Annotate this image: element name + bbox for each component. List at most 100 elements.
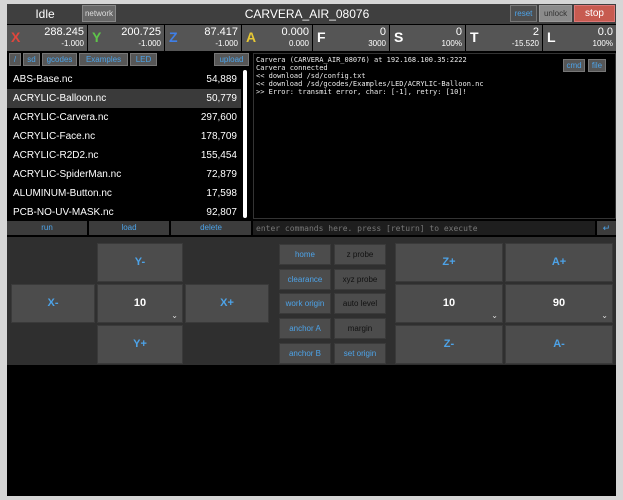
tool-value: 2 (532, 26, 539, 38)
a-step-value: 90 (552, 297, 566, 309)
tool-sub: -15.520 (511, 39, 539, 48)
file-view-button[interactable]: file (588, 59, 606, 72)
console-line: << download /sd/gcodes/Examples/LED/ACRY… (256, 80, 484, 88)
file-list-scrollbar[interactable] (243, 70, 247, 218)
path-led-button[interactable]: LED (130, 53, 157, 66)
anchor-b-button[interactable]: anchor B (279, 343, 331, 364)
z-step-value: 10 (442, 297, 456, 309)
network-button[interactable]: network (82, 5, 116, 22)
file-actions: run load delete (7, 221, 251, 235)
stop-button[interactable]: stop (574, 5, 615, 22)
a-step-select[interactable]: 90 ⌄ (505, 284, 613, 323)
file-name: ACRYLIC-Balloon.nc (13, 93, 107, 104)
spindle[interactable]: S 0 100% (390, 25, 465, 51)
laser-sub: 100% (592, 39, 613, 48)
path-gcodes-button[interactable]: gcodes (42, 53, 77, 66)
tool-label: T (470, 29, 479, 45)
console-line: >> Error: transmit error, char: [-1], re… (256, 88, 467, 96)
file-row[interactable]: ALUMINUM-Button.nc 17,598 (7, 184, 241, 203)
file-row[interactable]: ACRYLIC-Face.nc 178,709 (7, 127, 241, 146)
auto-level-button[interactable]: auto level (334, 293, 386, 314)
jog-panel: Y- X- 10 ⌄ X+ Y+ home z probe clearance … (7, 237, 616, 365)
axis-z-label: Z (169, 29, 178, 45)
file-name: ABS-Base.nc (13, 74, 73, 85)
set-origin-button[interactable]: set origin (334, 343, 386, 364)
file-row[interactable]: ACRYLIC-R2D2.nc 155,454 (7, 146, 241, 165)
a-minus-button[interactable]: A- (505, 325, 613, 364)
file-size: 92,807 (206, 207, 237, 218)
file-row[interactable]: ACRYLIC-Carvera.nc 297,600 (7, 108, 241, 127)
delete-button[interactable]: delete (171, 221, 251, 235)
z-minus-button[interactable]: Z- (395, 325, 503, 364)
upload-button[interactable]: upload (214, 53, 249, 66)
z-probe-button[interactable]: z probe (334, 244, 386, 265)
axis-y[interactable]: Y 200.725 -1.000 (88, 25, 164, 51)
file-name: PCB-NO-UV-MASK.nc (13, 207, 114, 218)
file-name: ACRYLIC-Carvera.nc (13, 112, 109, 123)
path-sd-button[interactable]: sd (23, 53, 40, 66)
reset-button[interactable]: reset (510, 5, 537, 22)
coordinate-bar: X 288.245 -1.000 Y 200.725 -1.000 Z 87.4… (7, 25, 616, 51)
app-window: Idle network CARVERA_AIR_08076 reset unl… (7, 4, 616, 496)
a-plus-button[interactable]: A+ (505, 243, 613, 282)
feed-sub: 3000 (368, 39, 386, 48)
file-size: 155,454 (200, 150, 237, 161)
x-plus-button[interactable]: X+ (185, 284, 269, 323)
command-input[interactable] (253, 221, 595, 235)
y-minus-button[interactable]: Y- (97, 243, 183, 282)
file-row[interactable]: ABS-Base.nc 54,889 (7, 70, 241, 89)
file-name: ALUMINUM-Button.nc (13, 188, 112, 199)
file-row-selected[interactable]: ACRYLIC-Balloon.nc 50,779 (7, 89, 241, 108)
feed-rate[interactable]: F 0 3000 (313, 25, 389, 51)
file-size: 17,598 (206, 188, 237, 199)
margin-button[interactable]: margin (334, 318, 386, 339)
home-button[interactable]: home (279, 244, 331, 265)
axis-y-value: 200.725 (121, 26, 161, 38)
path-root-button[interactable]: / (9, 53, 21, 66)
axis-a-value: 0.000 (281, 26, 309, 38)
xyz-probe-button[interactable]: xyz probe (334, 269, 386, 290)
file-size: 297,600 (200, 112, 237, 123)
unlock-button[interactable]: unlock (539, 5, 572, 22)
run-button[interactable]: run (7, 221, 87, 235)
laser[interactable]: L 0.0 100% (543, 25, 616, 51)
file-name: ACRYLIC-R2D2.nc (13, 150, 99, 161)
file-size: 72,879 (206, 169, 237, 180)
file-name: ACRYLIC-SpiderMan.nc (13, 169, 122, 180)
file-row[interactable]: PCB-NO-UV-MASK.nc 92,807 (7, 203, 241, 220)
path-examples-button[interactable]: Examples (79, 53, 128, 66)
console-line: Carvera (CARVERA_AIR_08076) at 192.168.1… (256, 56, 467, 64)
file-row[interactable]: ACRYLIC-SpiderMan.nc 72,879 (7, 165, 241, 184)
clearance-button[interactable]: clearance (279, 269, 331, 290)
laser-label: L (547, 29, 556, 45)
tool[interactable]: T 2 -15.520 (466, 25, 542, 51)
top-bar: Idle network CARVERA_AIR_08076 reset unl… (7, 4, 616, 24)
work-origin-button[interactable]: work origin (279, 293, 331, 314)
axis-y-sub: -1.000 (138, 39, 161, 48)
file-size: 50,779 (206, 93, 237, 104)
spindle-label: S (394, 29, 404, 45)
laser-value: 0.0 (597, 26, 613, 38)
console-line: << download /sd/config.txt (256, 72, 366, 80)
axis-z[interactable]: Z 87.417 -1.000 (165, 25, 241, 51)
z-plus-button[interactable]: Z+ (395, 243, 503, 282)
enter-icon[interactable]: ↵ (597, 221, 616, 235)
axis-x-sub: -1.000 (61, 39, 84, 48)
cmd-button[interactable]: cmd (563, 59, 585, 72)
load-button[interactable]: load (89, 221, 169, 235)
z-step-select[interactable]: 10 ⌄ (395, 284, 503, 323)
axis-z-sub: -1.000 (215, 39, 238, 48)
anchor-a-button[interactable]: anchor A (279, 318, 331, 339)
axis-a[interactable]: A 0.000 0.000 (242, 25, 312, 51)
file-toolbar: / sd gcodes Examples LED upload (7, 53, 252, 67)
file-list[interactable]: ABS-Base.nc 54,889 ACRYLIC-Balloon.nc 50… (7, 69, 251, 220)
machine-name: CARVERA_AIR_08076 (244, 7, 370, 21)
feed-label: F (317, 29, 326, 45)
console-log[interactable]: Carvera (CARVERA_AIR_08076) at 192.168.1… (253, 53, 616, 219)
axis-a-label: A (246, 29, 257, 45)
x-minus-button[interactable]: X- (11, 284, 95, 323)
y-plus-button[interactable]: Y+ (97, 325, 183, 364)
xy-step-select[interactable]: 10 ⌄ (97, 284, 183, 323)
spindle-value: 0 (455, 26, 462, 38)
axis-x[interactable]: X 288.245 -1.000 (7, 25, 87, 51)
